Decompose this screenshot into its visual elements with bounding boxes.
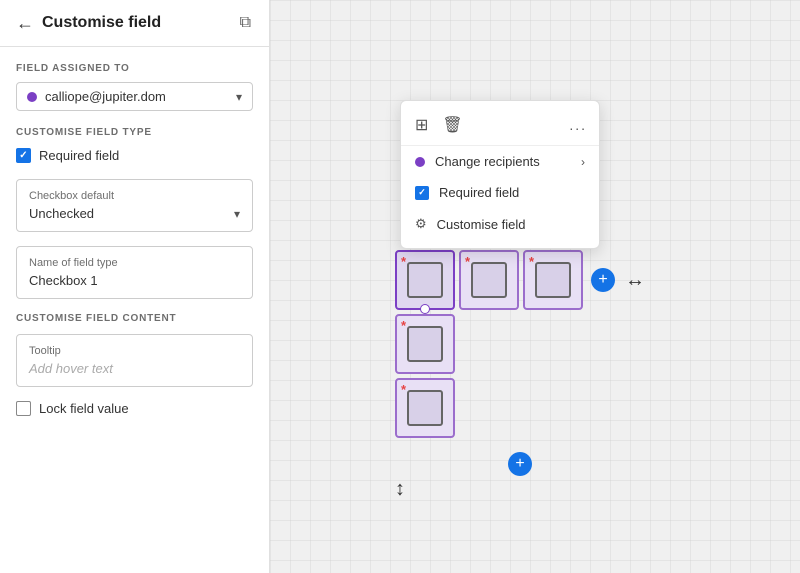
context-customise-label: Customise field (437, 217, 526, 232)
add-column-button[interactable]: + (591, 268, 615, 292)
context-required-field[interactable]: Required field (401, 177, 599, 208)
right-panel: ⊞ 🗑 ... Change recipients › Required fie… (270, 0, 800, 573)
customise-field-content-label: CUSTOMISE FIELD CONTENT (16, 313, 253, 324)
name-field-type-value: Checkbox 1 (29, 273, 240, 288)
required-star-3: * (529, 254, 534, 269)
required-star-2: * (465, 254, 470, 269)
checkbox-default-chevron: ▾ (234, 207, 240, 221)
name-field-type-label: Name of field type (29, 257, 240, 269)
context-menu: ⊞ 🗑 ... Change recipients › Required fie… (400, 100, 600, 249)
selection-handle-1 (420, 304, 430, 314)
fields-area: * * * + ↔ * (395, 250, 645, 503)
fields-row-1: * * * + ↔ (395, 250, 645, 310)
checkbox-default-label: Checkbox default (29, 190, 240, 202)
context-required-label: Required field (439, 185, 519, 200)
back-button[interactable]: ← (16, 13, 34, 34)
context-change-recipients[interactable]: Change recipients › (401, 146, 599, 177)
tooltip-box[interactable]: Tooltip Add hover text (16, 334, 253, 387)
resize-horizontal-handle[interactable]: ↔ (625, 269, 645, 292)
checkbox-default-value: Unchecked (29, 206, 94, 221)
recipient-dot (415, 157, 425, 167)
required-star-4: * (401, 318, 406, 333)
context-menu-toolbar: ⊞ 🗑 ... (401, 109, 599, 146)
required-star-1: * (401, 254, 406, 269)
checkbox-inner-2 (471, 262, 507, 298)
context-delete-button[interactable]: 🗑 (440, 113, 464, 137)
fields-row-2: * (395, 314, 645, 374)
panel-title: Customise field (42, 14, 238, 32)
sliders-icon: ⚙ (415, 216, 427, 232)
change-recipients-arrow: › (581, 155, 585, 169)
context-delete-icon: 🗑 (442, 117, 462, 134)
add-column-icon: + (598, 271, 607, 289)
context-required-checkbox (415, 186, 429, 200)
panel-content: FIELD ASSIGNED TO calliope@jupiter.dom ▾… (0, 47, 269, 573)
checkbox-inner-4 (407, 326, 443, 362)
context-more-icon: ... (569, 117, 587, 133)
context-customise-field[interactable]: ⚙ Customise field (401, 208, 599, 240)
fields-row-3: * (395, 378, 645, 438)
assign-dot (27, 92, 37, 102)
required-star-5: * (401, 382, 406, 397)
field-assigned-dropdown[interactable]: calliope@jupiter.dom ▾ (16, 82, 253, 111)
chevron-down-icon: ▾ (236, 90, 242, 104)
checkbox-field-5[interactable]: * (395, 378, 455, 438)
assign-email: calliope@jupiter.dom (45, 89, 236, 104)
required-field-label: Required field (39, 148, 119, 163)
required-field-row: Required field (16, 148, 253, 163)
checkbox-default-box[interactable]: Checkbox default Unchecked ▾ (16, 179, 253, 232)
checkbox-inner-1 (407, 262, 443, 298)
lock-field-label: Lock field value (39, 401, 129, 416)
add-row-icon: + (515, 455, 524, 473)
customise-field-type-label: CUSTOMISE FIELD TYPE (16, 127, 253, 138)
left-panel: ← Customise field ⧉ FIELD ASSIGNED TO ca… (0, 0, 270, 573)
panel-header: ← Customise field ⧉ (0, 0, 269, 47)
add-row-button[interactable]: + (508, 452, 532, 476)
context-more-button[interactable]: ... (569, 117, 587, 133)
context-copy-icon: ⊞ (415, 117, 428, 134)
name-field-type-box[interactable]: Name of field type Checkbox 1 (16, 246, 253, 299)
change-recipients-label: Change recipients (435, 154, 540, 169)
checkbox-field-4[interactable]: * (395, 314, 455, 374)
context-copy-button[interactable]: ⊞ (413, 113, 430, 137)
lock-field-row: Lock field value (16, 401, 253, 416)
required-field-checkbox[interactable] (16, 148, 31, 163)
lock-field-checkbox[interactable] (16, 401, 31, 416)
checkbox-inner-3 (535, 262, 571, 298)
checkbox-field-1[interactable]: * (395, 250, 455, 310)
checkbox-inner-5 (407, 390, 443, 426)
checkbox-field-3[interactable]: * (523, 250, 583, 310)
copy-button[interactable]: ⧉ (238, 12, 253, 34)
field-assigned-label: FIELD ASSIGNED TO (16, 63, 253, 74)
checkbox-field-2[interactable]: * (459, 250, 519, 310)
tooltip-label: Tooltip (29, 345, 240, 357)
resize-vertical-handle[interactable]: ↕ (395, 478, 405, 501)
copy-icon: ⧉ (240, 14, 251, 31)
checkbox-default-value-row: Unchecked ▾ (29, 206, 240, 221)
tooltip-placeholder: Add hover text (29, 361, 240, 376)
